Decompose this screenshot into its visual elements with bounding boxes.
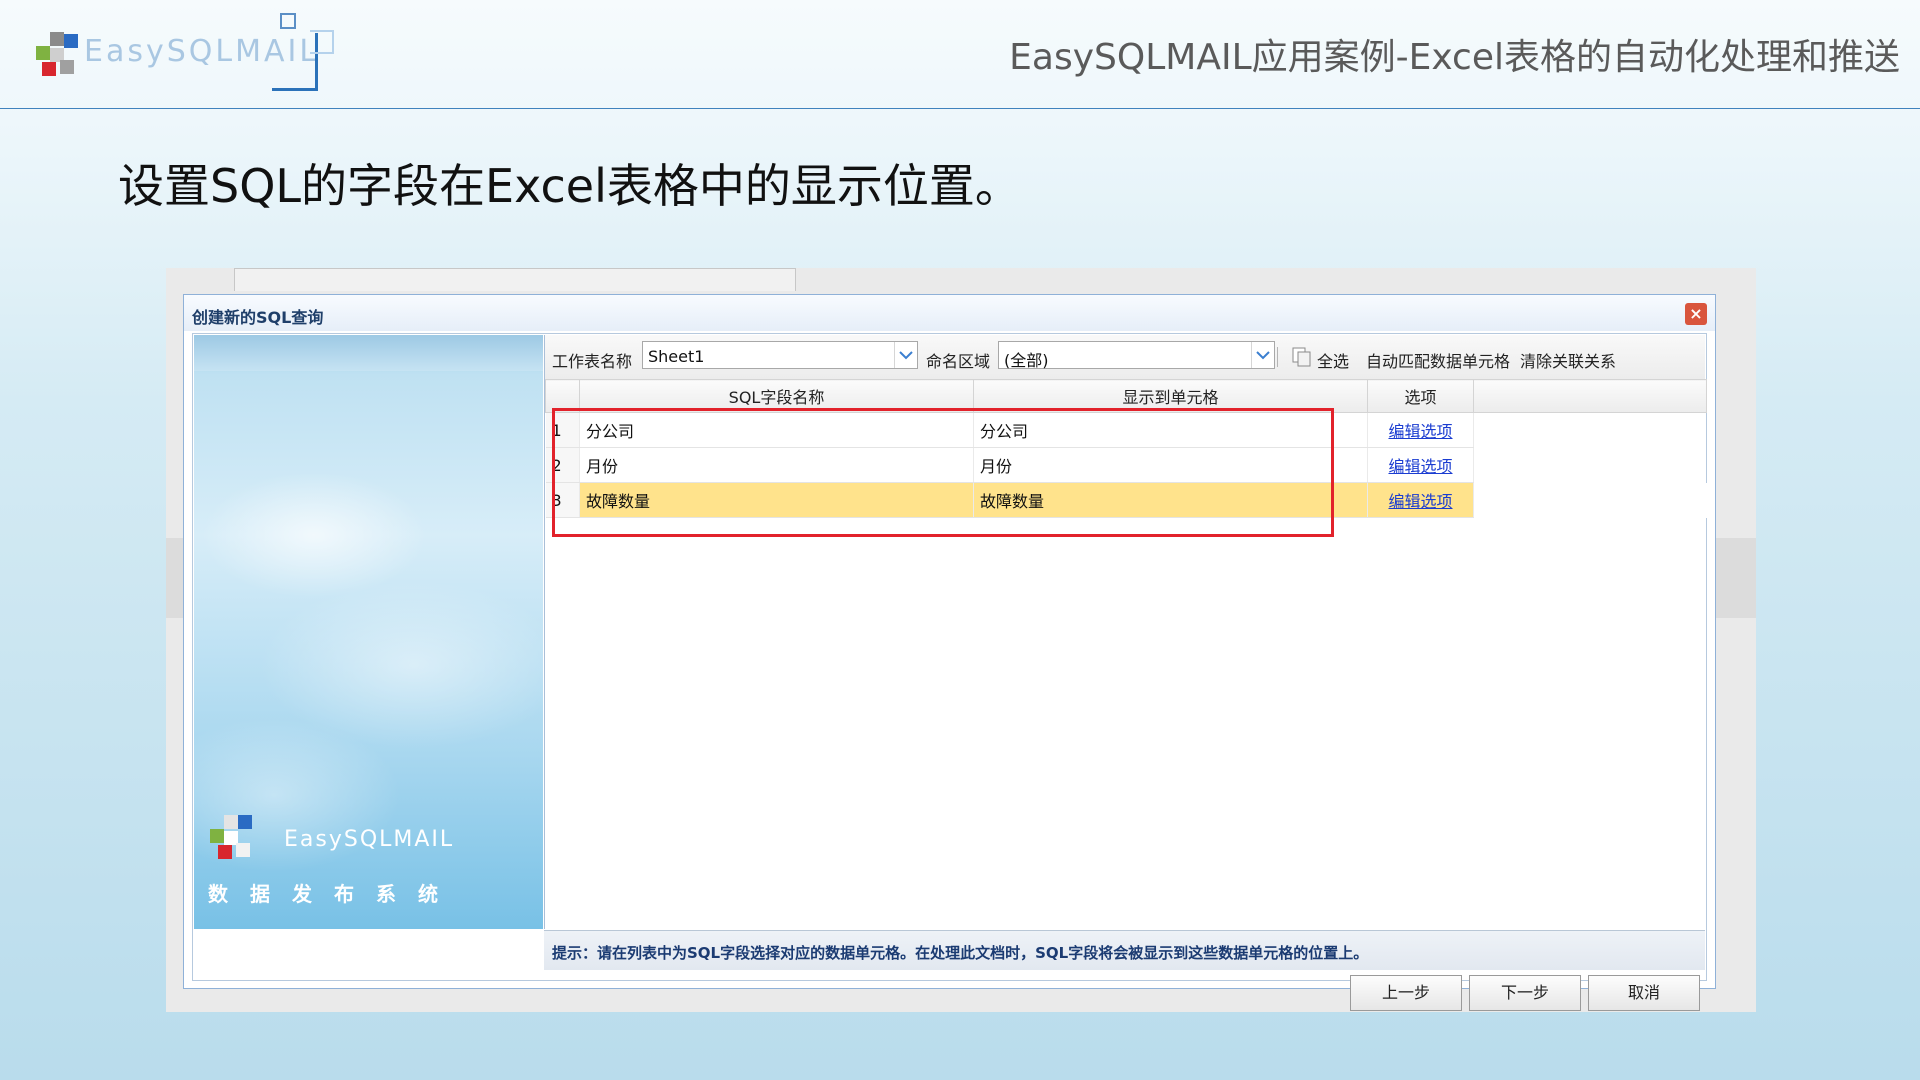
logo-frame-decoration [280, 13, 296, 29]
sheet-name-value: Sheet1 [648, 347, 705, 366]
chevron-down-icon[interactable] [894, 342, 917, 368]
logo-frame-decoration [310, 30, 334, 54]
previous-step-button[interactable]: 上一步 [1350, 975, 1462, 1011]
cube-logo-icon [210, 815, 252, 859]
target-cell-cell[interactable]: 月份 [973, 447, 1368, 483]
edit-options-link[interactable]: 编辑选项 [1367, 412, 1474, 448]
side-logo-text: EasySQLMAIL [284, 827, 455, 852]
table-row[interactable]: 2 月份 月份 编辑选项 [545, 447, 1707, 483]
row-number: 2 [545, 447, 580, 483]
hint-bar: 提示：请在列表中为SQL字段选择对应的数据单元格。在处理此文档时，SQL字段将会… [544, 930, 1705, 970]
column-header-options[interactable]: 选项 [1367, 379, 1474, 413]
sql-field-cell[interactable]: 月份 [579, 447, 974, 483]
create-sql-query-dialog: 创建新的SQL查询 × EasySQLMAIL 数据发布系统 工作表名称 She… [183, 294, 1716, 1011]
mapping-panel: 工作表名称 Sheet1 命名区域 (全部) 全选 自动匹配数据单元格 清除关联… [544, 335, 1707, 929]
dialog-title: 创建新的SQL查询 [192, 308, 324, 327]
target-cell-cell[interactable]: 故障数量 [973, 482, 1368, 518]
dialog-body: EasySQLMAIL 数据发布系统 工作表名称 Sheet1 命名区域 (全部… [192, 333, 1707, 1011]
named-range-label: 命名区域 [926, 352, 991, 371]
row-number: 1 [545, 412, 580, 448]
dialog-titlebar: 创建新的SQL查询 × [184, 295, 1715, 331]
sql-field-cell[interactable]: 故障数量 [579, 482, 974, 518]
edit-options-link[interactable]: 编辑选项 [1367, 447, 1474, 483]
table-row[interactable]: 1 分公司 分公司 编辑选项 [545, 412, 1707, 448]
table-row-selected[interactable]: 3 故障数量 故障数量 编辑选项 [545, 482, 1707, 518]
background-panel [1716, 538, 1756, 618]
sheet-name-select[interactable]: Sheet1 [642, 341, 918, 369]
column-header-index [545, 379, 580, 413]
toolbar-separator [1277, 347, 1278, 367]
field-mapping-grid: SQL字段名称 显示到单元格 选项 1 分公司 分公司 编辑选项 2 月份 月份… [545, 379, 1707, 518]
cancel-button[interactable]: 取消 [1588, 975, 1700, 1011]
sql-field-cell[interactable]: 分公司 [579, 412, 974, 448]
next-step-button[interactable]: 下一步 [1469, 975, 1581, 1011]
clear-relations-button[interactable]: 清除关联关系 [1520, 348, 1616, 372]
side-subtitle: 数据发布系统 [208, 882, 460, 906]
auto-match-cells-button[interactable]: 自动匹配数据单元格 [1366, 348, 1510, 372]
row-number: 3 [545, 482, 580, 518]
chevron-down-icon[interactable] [1251, 342, 1274, 368]
row-filler [1473, 482, 1707, 518]
side-banner-band [194, 335, 543, 371]
cube-logo-icon [36, 32, 78, 76]
copy-icon[interactable] [1291, 346, 1313, 368]
named-range-select[interactable]: (全部) [998, 341, 1275, 370]
column-header-sql-field[interactable]: SQL字段名称 [579, 379, 974, 413]
column-header-filler [1473, 379, 1707, 413]
edit-options-link[interactable]: 编辑选项 [1367, 482, 1474, 518]
sheet-name-label: 工作表名称 [552, 352, 633, 371]
mapping-toolbar: 工作表名称 Sheet1 命名区域 (全部) 全选 自动匹配数据单元格 清除关联… [545, 335, 1705, 380]
named-range-value: (全部) [1004, 351, 1049, 370]
column-header-target-cell[interactable]: 显示到单元格 [973, 379, 1368, 413]
row-filler [1474, 448, 1707, 483]
target-cell-cell[interactable]: 分公司 [973, 412, 1368, 448]
select-all-button[interactable]: 全选 [1317, 348, 1349, 372]
close-icon[interactable]: × [1685, 303, 1707, 325]
background-tab [234, 268, 796, 291]
hint-text: 提示：请在列表中为SQL字段选择对应的数据单元格。在处理此文档时，SQL字段将会… [552, 944, 1369, 962]
slide-header: EasySQLMAIL EasySQLMAIL应用案例-Excel表格的自动化处… [0, 0, 1920, 109]
wizard-side-banner: EasySQLMAIL 数据发布系统 [194, 335, 543, 929]
row-filler [1474, 413, 1707, 448]
slide-heading: 设置SQL的字段在Excel表格中的显示位置。 [118, 159, 1021, 213]
header-title: EasySQLMAIL应用案例-Excel表格的自动化处理和推送 [1009, 37, 1900, 78]
grid-header-row: SQL字段名称 显示到单元格 选项 [545, 379, 1707, 413]
